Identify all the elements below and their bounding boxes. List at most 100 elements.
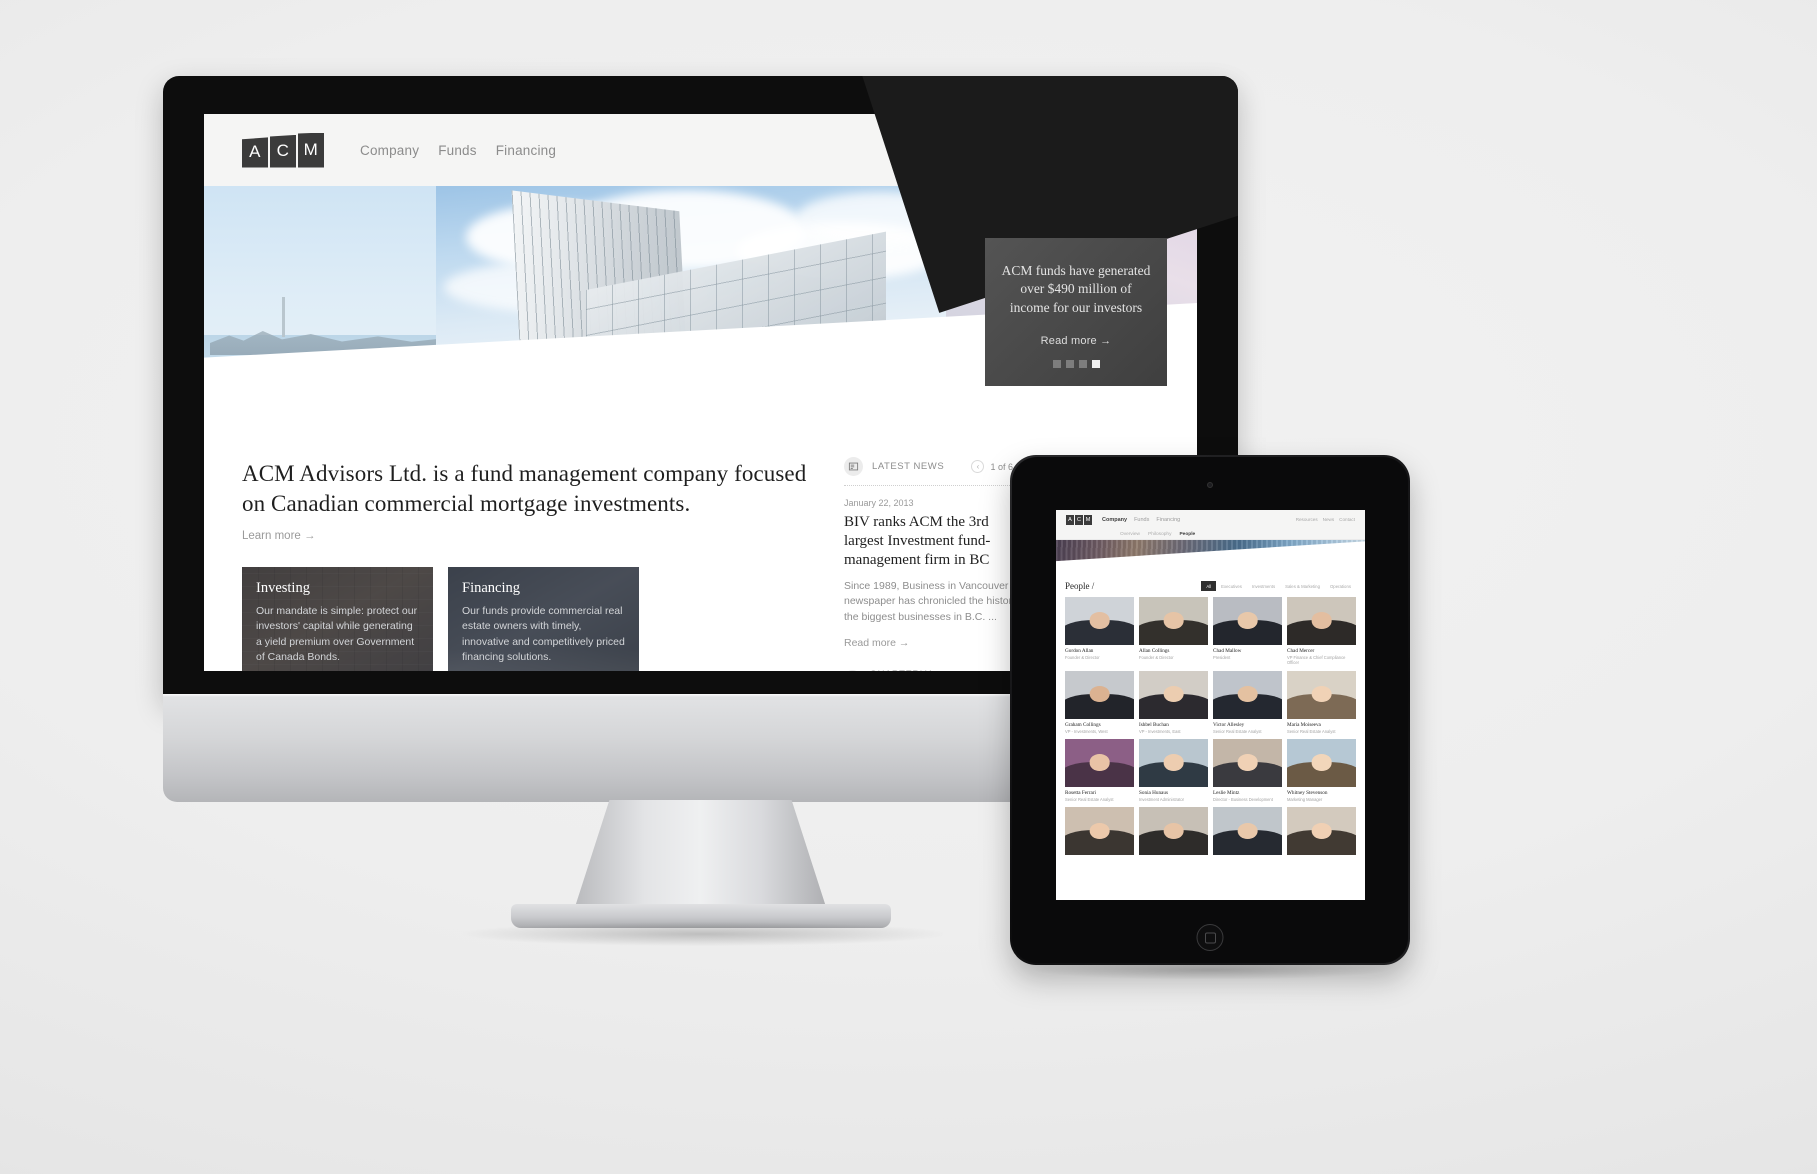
- tablet-subnav-overview[interactable]: Overview: [1120, 532, 1140, 537]
- slide-dot-2[interactable]: [1065, 360, 1074, 369]
- person-role: VP Finance & Chief Compliance Officer: [1287, 655, 1346, 666]
- card-financing[interactable]: Financing Our funds provide commercial r…: [448, 566, 639, 671]
- person-card[interactable]: Graham Collings VP - Investments, West: [1065, 670, 1134, 734]
- person-role: Founder & Director: [1065, 655, 1100, 660]
- person-card[interactable]: Gordon Allan Founder & Director: [1065, 597, 1134, 666]
- people-section: People / All Executives Investments Sale…: [1056, 574, 1365, 858]
- nav-item-financing[interactable]: Financing: [496, 143, 556, 158]
- person-name: Gordon Allan: [1065, 648, 1094, 654]
- logo-letter-m: M: [298, 132, 324, 168]
- home-button[interactable]: [1196, 924, 1224, 951]
- logo-letter-a: A: [242, 137, 268, 168]
- person-card[interactable]: Whitney Stevenson Marketing Manager: [1287, 738, 1356, 802]
- logo-letter-a: A: [1066, 514, 1074, 525]
- chart-line-icon: [844, 670, 861, 671]
- person-role: Director - Business Development: [1213, 796, 1273, 802]
- tablet-subnav-people[interactable]: People: [1179, 532, 1195, 537]
- photo-head: [1311, 822, 1332, 839]
- card-investing[interactable]: Investing Our mandate is simple: protect…: [242, 566, 433, 671]
- news-read-more-link[interactable]: Read more →: [844, 637, 1032, 649]
- person-name: Rosetta Ferrari: [1065, 789, 1096, 796]
- person-photo: [1065, 807, 1134, 856]
- tablet-nav-item-financing[interactable]: Financing: [1156, 517, 1180, 523]
- person-name: Victor Allesley: [1213, 721, 1245, 728]
- person-card[interactable]: Chad Mallow President: [1213, 597, 1282, 666]
- person-card[interactable]: Chad Mercer VP Finance & Chief Compliance…: [1287, 597, 1356, 666]
- person-card[interactable]: Rosetta Ferrari Senior Real Estate Analys…: [1065, 738, 1134, 802]
- hero-read-more-link[interactable]: Read more →: [1001, 335, 1151, 347]
- photo-head: [1311, 754, 1332, 771]
- person-photo: [1287, 807, 1356, 856]
- person-card[interactable]: [1287, 807, 1356, 858]
- intro-learn-more-link[interactable]: Learn more →: [242, 530, 816, 542]
- nav-item-funds[interactable]: Funds: [438, 143, 477, 158]
- news-title[interactable]: BIV ranks ACM the 3rd largest Investment…: [844, 513, 1032, 570]
- filter-executives[interactable]: Executives: [1216, 581, 1247, 591]
- person-card[interactable]: Victor Allesley Senior Real Estate Analys…: [1213, 670, 1282, 734]
- card-body: Our funds provide commercial real estate…: [462, 604, 625, 664]
- hero-callout-text: ACM funds have generated over $490 milli…: [1001, 263, 1151, 315]
- person-photo: [1139, 807, 1208, 856]
- nav-item-news[interactable]: News: [1081, 144, 1109, 156]
- tablet-subnav-philosophy[interactable]: Philosophy: [1148, 532, 1171, 537]
- hero-banner: ACM funds have generated over $490 milli…: [204, 186, 1197, 433]
- logo-letter-m: M: [1084, 514, 1092, 525]
- person-photo: [1287, 597, 1356, 645]
- person-name: Sonia Hunaus: [1139, 789, 1168, 796]
- nav-item-resources[interactable]: Resources: [1017, 144, 1070, 156]
- nav-item-contact[interactable]: Contact: [1119, 144, 1157, 156]
- ipad-shadow: [1030, 960, 1390, 980]
- person-card[interactable]: Allan Collings Founder & Director: [1139, 597, 1208, 666]
- person-role: Founder & Director: [1139, 655, 1174, 660]
- tablet-nav-item-contact[interactable]: Contact: [1339, 517, 1355, 522]
- tablet-nav-item-company[interactable]: Company: [1102, 517, 1127, 523]
- tablet-nav-item-funds[interactable]: Funds: [1134, 517, 1149, 523]
- logo-letter-c: C: [270, 134, 296, 168]
- person-card[interactable]: [1139, 807, 1208, 858]
- photo-head: [1089, 822, 1110, 839]
- person-photo: [1139, 597, 1208, 645]
- person-card[interactable]: [1213, 807, 1282, 858]
- photo-head: [1163, 754, 1184, 771]
- people-grid: Gordon Allan Founder & Director Allan Coll…: [1065, 597, 1356, 858]
- filter-sales-marketing[interactable]: Sales & Marketing: [1280, 581, 1325, 591]
- filter-operations[interactable]: Operations: [1325, 581, 1356, 591]
- person-role: VP - Investments, West: [1065, 728, 1108, 734]
- person-photo: [1213, 738, 1282, 787]
- person-card[interactable]: Sonia Hunaus Investment Administrator: [1139, 738, 1208, 802]
- person-role: Senior Real Estate Analyst: [1065, 796, 1114, 802]
- filter-investments[interactable]: Investments: [1247, 581, 1280, 591]
- photo-head: [1089, 754, 1110, 771]
- photo-head: [1237, 686, 1258, 703]
- person-photo: [1065, 738, 1134, 787]
- person-photo: [1213, 597, 1282, 645]
- photo-head: [1163, 612, 1184, 629]
- hero-callout[interactable]: ACM funds have generated over $490 milli…: [985, 238, 1167, 386]
- person-card[interactable]: Leslie Mintz Director - Business Developm…: [1213, 738, 1282, 802]
- acm-logo[interactable]: A C M: [242, 132, 326, 168]
- person-card[interactable]: [1065, 807, 1134, 858]
- filter-all[interactable]: All: [1201, 581, 1217, 591]
- prev-news-button[interactable]: ‹: [971, 460, 985, 473]
- nav-item-company[interactable]: Company: [360, 143, 419, 158]
- photo-head: [1089, 612, 1110, 629]
- photo-head: [1311, 686, 1332, 703]
- person-card[interactable]: Maria Moiseeva Senior Real Estate Analyst: [1287, 670, 1356, 734]
- slide-dot-4-active[interactable]: [1091, 360, 1100, 369]
- person-card[interactable]: Ishbel Buchan VP - Investments, East: [1139, 670, 1208, 734]
- feature-cards: Investing Our mandate is simple: protect…: [242, 566, 816, 671]
- slide-dot-3[interactable]: [1078, 360, 1087, 369]
- tablet-primary-nav: Company Funds Financing: [1102, 517, 1180, 523]
- people-section-header: People / All Executives Investments Sale…: [1065, 581, 1356, 591]
- tablet-nav-item-news[interactable]: News: [1323, 517, 1335, 522]
- photo-head: [1089, 686, 1110, 703]
- latest-news-label: LATEST NEWS: [872, 461, 945, 472]
- photo-head: [1311, 612, 1332, 629]
- tablet-header: A C M Company Funds Financing Resources …: [1056, 510, 1365, 529]
- slide-dot-1[interactable]: [1052, 360, 1061, 369]
- person-name: Maria Moiseeva: [1287, 721, 1321, 728]
- tablet-acm-logo[interactable]: A C M: [1066, 514, 1093, 525]
- tablet-sub-nav: Overview Philosophy People: [1056, 529, 1365, 540]
- tablet-nav-item-resources[interactable]: Resources: [1296, 517, 1318, 522]
- person-photo: [1213, 807, 1282, 856]
